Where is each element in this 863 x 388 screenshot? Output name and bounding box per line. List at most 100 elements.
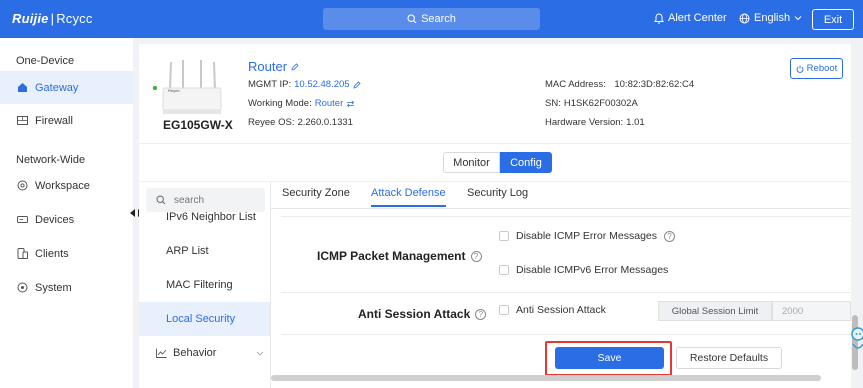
alert-center-link[interactable]: Alert Center	[654, 12, 727, 24]
search-label: Search	[421, 13, 456, 25]
logo-main: Ruijie	[12, 11, 49, 26]
working-mode-value[interactable]: Router	[315, 98, 344, 109]
home-icon	[17, 82, 28, 93]
help-icon[interactable]: ?	[470, 250, 482, 262]
sn-value: H1SK62F00302A	[563, 98, 638, 109]
ruijie-logo: Ruijie | Rcycc	[12, 11, 93, 26]
submenu-item-mac-filtering[interactable]: MAC Filtering	[139, 268, 270, 302]
mac-value: 10:82:3D:82:62:C4	[614, 79, 695, 90]
disable-icmp-error-label: Disable ICMP Error Messages	[516, 230, 658, 242]
sidebar-item-label: Firewall	[35, 114, 73, 127]
submenu-item-local-security[interactable]: Local Security	[139, 302, 270, 336]
power-icon	[796, 65, 804, 73]
os-label: Reyee OS:	[248, 117, 295, 128]
save-button[interactable]: Save	[555, 347, 664, 369]
submenu-item-ipv6-neighbor-list[interactable]: IPv6 Neighbor List	[139, 200, 270, 234]
working-mode-row: Working Mode: Router	[248, 98, 355, 109]
edit-icon[interactable]	[353, 80, 361, 89]
help-icon[interactable]: ?	[475, 308, 487, 320]
config-divider	[139, 181, 851, 182]
anti-session-title: Anti Session Attack	[358, 307, 471, 321]
reboot-label: Reboot	[806, 63, 838, 74]
sidebar-item-system[interactable]: System	[0, 271, 133, 304]
restore-defaults-button[interactable]: Restore Defaults	[676, 347, 782, 369]
sidebar: One-Device Gateway Firewall Network-Wide…	[0, 38, 133, 388]
sidebar-item-label: Workspace	[35, 179, 90, 192]
tab-attack-defense[interactable]: Attack Defense	[371, 187, 446, 207]
anti-session-attack-checkbox[interactable]: Anti Session Attack	[499, 304, 606, 316]
logo-sub: Rcycc	[56, 11, 93, 26]
os-row: Reyee OS: 2.260.0.1331	[248, 117, 353, 128]
reboot-button[interactable]: Reboot	[790, 58, 843, 79]
sidebar-item-devices[interactable]: Devices	[0, 203, 133, 236]
global-search-button[interactable]: Search	[323, 8, 540, 30]
os-version: 2.260.0.1331	[297, 117, 353, 128]
exit-button[interactable]: Exit	[812, 9, 854, 30]
tab-config[interactable]: Config	[500, 152, 552, 173]
router-name: Router	[248, 59, 288, 74]
global-session-limit-input[interactable]: 2000	[772, 301, 851, 321]
horizontal-scrollbar[interactable]	[271, 375, 821, 381]
search-icon	[407, 14, 417, 24]
header-divider	[139, 143, 851, 144]
anti-session-section-title: Anti Session Attack ?	[358, 307, 487, 321]
tab-security-zone[interactable]: Security Zone	[282, 187, 350, 205]
hw-label: Hardware Version:	[545, 117, 624, 128]
disable-icmpv6-error-checkbox[interactable]: Disable ICMPv6 Error Messages	[499, 264, 668, 276]
sidebar-group-one-device: One-Device	[16, 55, 75, 67]
firewall-icon	[17, 115, 28, 126]
device-image-brand: Reyee	[168, 88, 180, 93]
router-name-link[interactable]: Router	[248, 59, 299, 74]
help-icon[interactable]: ?	[664, 230, 676, 242]
sidebar-item-firewall[interactable]: Firewall	[0, 104, 133, 137]
mac-row: MAC Address: 10:82:3D:82:62:C4	[545, 79, 694, 90]
working-mode-label: Working Mode:	[248, 98, 312, 109]
sidebar-item-label: Gateway	[35, 81, 79, 94]
workspace-icon	[17, 180, 28, 191]
disable-icmp-error-checkbox[interactable]: Disable ICMP Error Messages ?	[499, 230, 676, 242]
device-config-card: Reyee EG105GW-X Router MGMT IP: 10.52.48.…	[139, 44, 851, 388]
submenu-divider	[270, 182, 271, 388]
hw-value: 1.01	[626, 117, 645, 128]
assistant-robot-icon[interactable]	[848, 324, 863, 356]
checkbox[interactable]	[499, 231, 509, 241]
top-bar: Ruijie | Rcycc Search Alert Center English…	[0, 0, 863, 38]
mgmt-ip-label: MGMT IP:	[248, 79, 292, 90]
chevron-down-icon	[257, 351, 264, 356]
tabs-underline	[271, 208, 851, 209]
mac-label: MAC Address:	[545, 79, 606, 90]
caret-left-icon	[130, 209, 135, 217]
hw-row: Hardware Version: 1.01	[545, 117, 645, 128]
section-divider	[281, 216, 851, 217]
sidebar-item-label: System	[35, 281, 72, 294]
submenu-item-behavior[interactable]: Behavior	[139, 336, 270, 370]
clients-icon	[17, 248, 28, 259]
tab-monitor[interactable]: Monitor	[443, 152, 500, 173]
globe-icon	[739, 13, 750, 23]
mgmt-ip-value[interactable]: 10.52.48.205	[294, 79, 349, 90]
chart-line-icon	[156, 348, 167, 358]
tab-security-log[interactable]: Security Log	[467, 187, 528, 205]
anti-session-attack-label: Anti Session Attack	[516, 304, 606, 316]
icmp-title: ICMP Packet Management	[317, 249, 466, 263]
sidebar-item-label: Clients	[35, 247, 69, 260]
sn-row: SN: H1SK62F00302A	[545, 98, 638, 109]
submenu-item-arp-list[interactable]: ARP List	[139, 234, 270, 268]
disable-icmpv6-error-label: Disable ICMPv6 Error Messages	[516, 264, 669, 276]
edit-icon	[291, 62, 299, 71]
checkbox[interactable]	[499, 265, 509, 275]
devices-icon	[17, 214, 28, 225]
sidebar-item-label: Devices	[35, 213, 75, 226]
section-divider	[281, 334, 851, 335]
alert-center-label: Alert Center	[668, 12, 727, 24]
checkbox[interactable]	[499, 305, 509, 315]
sidebar-item-gateway[interactable]: Gateway	[0, 71, 133, 104]
sidebar-item-workspace[interactable]: Workspace	[0, 169, 133, 202]
sn-label: SN:	[545, 98, 561, 109]
switch-mode-icon[interactable]	[346, 100, 355, 108]
language-select[interactable]: English	[739, 12, 802, 24]
sidebar-item-clients[interactable]: Clients	[0, 237, 133, 270]
global-session-limit-label: Global Session Limit	[658, 301, 772, 321]
logo-separator: |	[50, 11, 55, 26]
submenu-item-label: Behavior	[173, 347, 217, 359]
